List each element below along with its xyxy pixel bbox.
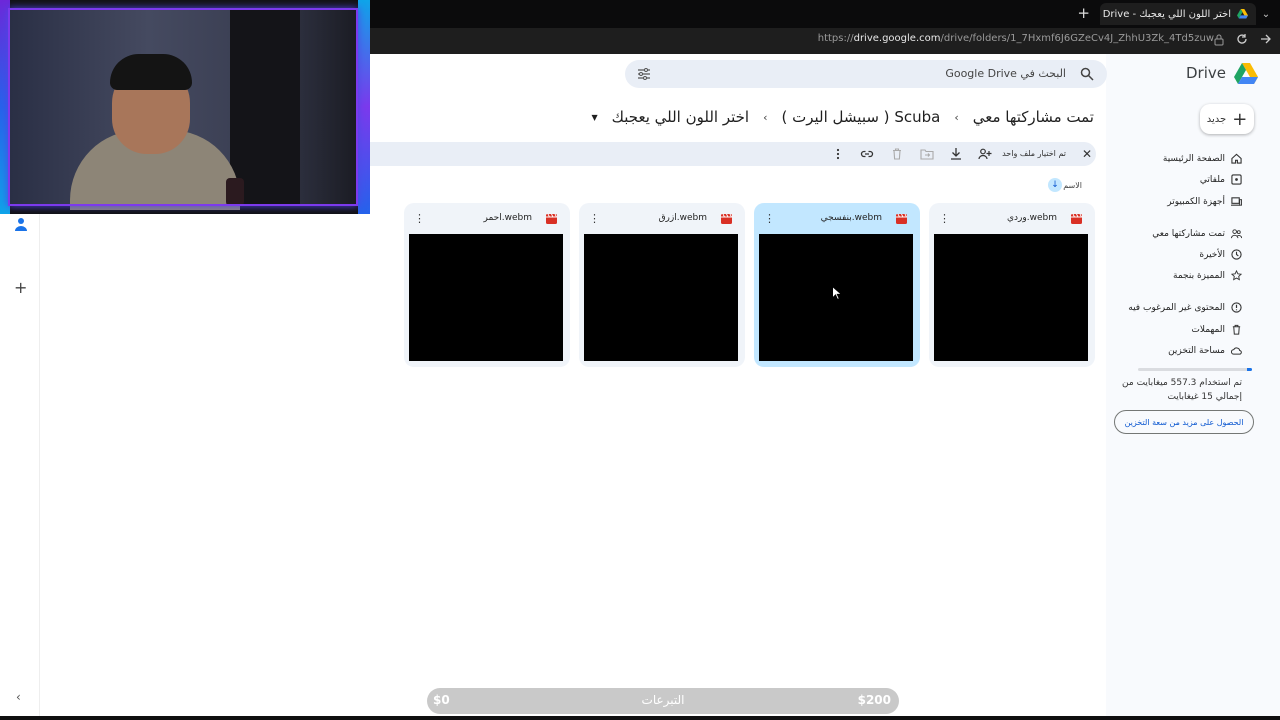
webcam-glow-right — [358, 0, 370, 214]
forward-icon[interactable] — [1260, 33, 1272, 45]
spam-icon — [1231, 302, 1242, 313]
webcam-overlay — [0, 0, 370, 214]
file-thumbnail[interactable] — [409, 234, 563, 361]
trash-icon — [1232, 324, 1241, 335]
file-name: ازرق.webm — [658, 213, 707, 223]
rail-add-icon[interactable]: + — [14, 278, 27, 297]
folder-menu-caret-icon[interactable]: ▼ — [591, 113, 597, 122]
shared-icon — [1231, 229, 1242, 239]
file-more-icon[interactable]: ⋮ — [589, 212, 600, 225]
search-input[interactable]: البحث في Google Drive — [945, 67, 1066, 80]
storage-usage-text: تم استخدام 557.3 ميغابايت من إجمالي 15 غ… — [1122, 378, 1242, 402]
home-icon — [1231, 153, 1242, 164]
file-card[interactable]: احمر.webm ⋮ — [404, 203, 570, 367]
more-actions-icon[interactable] — [831, 147, 845, 161]
sidebar-item-computers[interactable]: أجهزة الكمبيوتر — [1167, 196, 1242, 207]
file-card-selected[interactable]: بنفسجي.webm ⋮ — [754, 203, 920, 367]
file-thumbnail[interactable] — [934, 234, 1088, 361]
sidebar-item-home[interactable]: الصفحة الرئيسية — [1163, 153, 1242, 164]
drive-favicon-icon — [1237, 9, 1248, 19]
file-card[interactable]: وردي.webm ⋮ — [929, 203, 1095, 367]
storage-usage-fill — [1247, 368, 1252, 371]
new-button[interactable]: + جديد — [1200, 104, 1254, 134]
recent-icon — [1231, 249, 1242, 260]
sidebar-item-trash[interactable]: المهملات — [1191, 324, 1242, 335]
breadcrumb: تمت مشاركتها معي › Scuba ( سبيشل اليرت )… — [591, 108, 1094, 126]
delete-icon — [893, 148, 901, 160]
breadcrumb-separator-icon: › — [763, 110, 768, 124]
breadcrumb-item-shared[interactable]: تمت مشاركتها معي — [973, 108, 1094, 126]
file-thumbnail[interactable] — [584, 234, 738, 361]
move-icon — [920, 149, 934, 160]
new-button-label: جديد — [1206, 113, 1227, 125]
file-name: بنفسجي.webm — [820, 213, 882, 223]
my-drive-icon — [1231, 174, 1242, 185]
site-info-icon[interactable] — [1214, 34, 1224, 46]
selection-count-text: تم اختيار ملف واحد — [1002, 149, 1066, 158]
file-more-icon[interactable]: ⋮ — [764, 212, 775, 225]
file-name: احمر.webm — [483, 213, 532, 223]
video-file-icon — [896, 214, 907, 224]
url-domain: drive.google.com — [853, 33, 941, 44]
breadcrumb-item-current-folder[interactable]: اختر اللون اللي يعجبك — [612, 108, 749, 126]
breadcrumb-separator-icon: › — [954, 110, 959, 124]
star-icon — [1231, 270, 1242, 281]
sort-direction-icon[interactable]: ↓ — [1048, 178, 1062, 192]
search-icon[interactable] — [1080, 67, 1094, 81]
download-icon[interactable] — [949, 147, 963, 161]
storage-usage-bar — [1138, 368, 1252, 371]
donation-goal-bar: $0 التبرعات $200 — [427, 688, 899, 714]
mouse-cursor-icon — [832, 286, 842, 300]
sidebar-item-storage[interactable]: مساحة التخزين — [1168, 345, 1242, 356]
url-text[interactable]: https://drive.google.com/drive/folders/1… — [818, 33, 1214, 44]
file-more-icon[interactable]: ⋮ — [414, 212, 425, 225]
person-icon[interactable] — [14, 217, 28, 231]
get-more-storage-button[interactable]: الحصول على مزيد من سعة التخزين — [1114, 410, 1254, 434]
copy-link-icon[interactable] — [860, 147, 874, 161]
sidebar-item-recent[interactable]: الأخيرة — [1199, 249, 1242, 260]
file-more-icon[interactable]: ⋮ — [939, 212, 950, 225]
donation-max: $200 — [857, 693, 891, 707]
drive-logo-icon[interactable] — [1234, 62, 1258, 86]
cloud-icon — [1231, 347, 1242, 355]
search-options-icon[interactable] — [637, 67, 651, 81]
tab-menu-icon[interactable]: ⌄ — [1256, 4, 1276, 24]
computers-icon — [1231, 197, 1242, 206]
collapse-panel-icon[interactable]: ‹ — [16, 690, 21, 704]
file-card[interactable]: ازرق.webm ⋮ — [579, 203, 745, 367]
plus-icon: + — [1232, 108, 1248, 130]
browser-tab[interactable]: اختر اللون اللي يعجبك - Google Drive ✕ — [1100, 3, 1256, 25]
drive-title[interactable]: Drive — [1186, 64, 1226, 82]
video-file-icon — [1071, 214, 1082, 224]
sidebar-item-my-drive[interactable]: ملفاتي — [1200, 174, 1242, 185]
video-file-icon — [721, 214, 732, 224]
sidebar-item-starred[interactable]: المميزة بنجمة — [1173, 270, 1242, 281]
donation-label: التبرعات — [641, 693, 685, 707]
file-name: وردي.webm — [1007, 213, 1057, 223]
sidebar-item-shared[interactable]: تمت مشاركتها معي — [1152, 228, 1242, 239]
breadcrumb-item-scuba[interactable]: Scuba ( سبيشل اليرت ) — [782, 108, 941, 126]
clear-selection-icon[interactable]: ✕ — [1082, 147, 1092, 161]
webcam-frame — [8, 8, 358, 206]
browser-tab-title: اختر اللون اللي يعجبك - Google Drive — [1100, 8, 1231, 20]
video-file-icon — [546, 214, 557, 224]
sort-label[interactable]: الاسم — [1063, 181, 1082, 190]
share-icon[interactable] — [978, 147, 992, 161]
reload-icon[interactable] — [1236, 33, 1248, 45]
new-tab-icon[interactable]: + — [1077, 4, 1090, 22]
sidebar-item-spam[interactable]: المحتوى غير المرغوب فيه — [1128, 302, 1242, 313]
